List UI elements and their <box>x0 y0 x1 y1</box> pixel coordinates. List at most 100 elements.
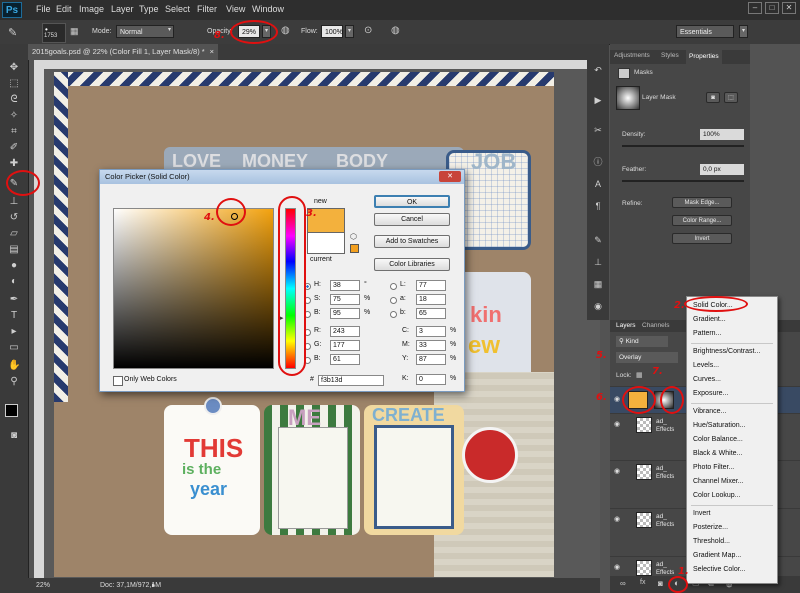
menu-item-vibrance[interactable]: Vibrance... <box>693 408 726 415</box>
menu-item-threshold[interactable]: Threshold... <box>693 538 730 545</box>
pressure-size-icon[interactable]: ◍ <box>391 25 400 36</box>
density-slider[interactable] <box>622 145 744 147</box>
move-tool-icon[interactable]: ✥ <box>8 62 20 74</box>
blur-tool-icon[interactable]: ● <box>8 260 20 272</box>
eye-icon[interactable]: ◉ <box>614 420 620 428</box>
layer-effects[interactable]: Effects <box>656 427 674 433</box>
layer-effects[interactable]: Effects <box>656 522 674 528</box>
menu-view[interactable]: View <box>226 4 245 14</box>
tab-layers[interactable]: Layers <box>616 322 636 329</box>
menu-item-channel-mixer[interactable]: Channel Mixer... <box>693 478 744 485</box>
minimize-button[interactable]: – <box>748 2 762 14</box>
dodge-tool-icon[interactable]: ◐ <box>8 276 20 288</box>
menu-type[interactable]: Type <box>139 4 159 14</box>
menu-item-gradient-map[interactable]: Gradient Map... <box>693 552 741 559</box>
clone-stamp-tool-icon[interactable]: ⊥ <box>8 196 20 208</box>
lock-transparent-icon[interactable]: ▦ <box>636 371 643 379</box>
airbrush-icon[interactable]: ⊙ <box>364 25 372 36</box>
feather-slider[interactable] <box>622 180 744 182</box>
layer-name[interactable]: ad_ <box>656 418 667 425</box>
color-field[interactable] <box>113 208 274 369</box>
eye-icon[interactable]: ◉ <box>614 563 620 571</box>
clone-source-icon[interactable]: ⊥ <box>592 256 604 268</box>
cancel-button[interactable]: Cancel <box>374 213 450 226</box>
tab-channels[interactable]: Channels <box>642 322 669 329</box>
yellow-input[interactable]: 87 <box>416 354 446 365</box>
menu-item-pattern[interactable]: Pattern... <box>693 330 721 337</box>
plugin-icon[interactable]: ◉ <box>592 300 604 312</box>
menu-filter[interactable]: Filter <box>197 4 217 14</box>
radio-a[interactable] <box>390 297 397 304</box>
menu-item-gradient[interactable]: Gradient... <box>693 316 726 323</box>
select-mask-button[interactable]: ◙ <box>706 92 720 103</box>
menu-window[interactable]: Window <box>252 4 284 14</box>
eyedropper-tool-icon[interactable]: ✐ <box>8 142 20 154</box>
layer-name[interactable]: ad_ <box>656 513 667 520</box>
menu-item-hue-saturation[interactable]: Hue/Saturation... <box>693 422 746 429</box>
eye-icon[interactable]: ◉ <box>614 515 620 523</box>
dialog-titlebar[interactable]: Color Picker (Solid Color) ✕ <box>100 170 464 184</box>
document-tab[interactable]: 2015goals.psd @ 22% (Color Fill 1, Layer… <box>28 44 218 60</box>
brush-panel-icon[interactable]: ▦ <box>70 26 79 37</box>
add-to-swatches-button[interactable]: Add to Swatches <box>374 235 450 248</box>
radio-l[interactable] <box>390 283 397 290</box>
add-mask-icon[interactable]: ◙ <box>658 579 663 588</box>
layer-name[interactable]: ad_ <box>656 465 667 472</box>
eye-icon[interactable]: ◉ <box>614 467 620 475</box>
type-tool-icon[interactable]: T <box>8 310 20 322</box>
red-input[interactable]: 243 <box>330 326 360 337</box>
eye-icon[interactable]: ◉ <box>614 395 620 403</box>
filter-kind-select[interactable]: ⚲ Kind <box>616 336 668 347</box>
layer-name[interactable]: ad_ <box>656 561 667 568</box>
character-icon[interactable]: A <box>592 178 604 190</box>
menu-item-brightness-contrast[interactable]: Brightness/Contrast... <box>693 348 760 355</box>
tab-properties[interactable]: Properties <box>686 50 722 64</box>
crop-tool-icon[interactable]: ⌗ <box>8 126 20 138</box>
actions-icon[interactable]: ▶ <box>592 94 604 106</box>
history-brush-tool-icon[interactable]: ↺ <box>8 212 20 224</box>
link-icon[interactable]: ∞ <box>620 579 626 588</box>
gradient-tool-icon[interactable]: ▤ <box>8 244 20 256</box>
tab-styles[interactable]: Styles <box>661 52 679 59</box>
foreground-color-swatch[interactable] <box>5 404 18 417</box>
zoom-level[interactable]: 22% <box>36 578 50 593</box>
green-input[interactable]: 177 <box>330 340 360 351</box>
workspace-select[interactable]: Essentials <box>676 25 734 38</box>
close-tab-icon[interactable]: × <box>210 44 214 60</box>
flow-dropdown[interactable]: ▾ <box>345 25 354 38</box>
eraser-tool-icon[interactable]: ▱ <box>8 228 20 240</box>
ok-button[interactable]: OK <box>374 195 450 208</box>
history-icon[interactable]: ↶ <box>592 64 604 76</box>
brush-preset-picker[interactable]: • 1753 <box>42 23 66 43</box>
shape-tool-icon[interactable]: ▭ <box>8 342 20 354</box>
menu-item-exposure[interactable]: Exposure... <box>693 390 728 397</box>
menu-item-curves[interactable]: Curves... <box>693 376 721 383</box>
color-range-button[interactable]: Color Range... <box>672 215 732 226</box>
feather-input[interactable]: 0,0 px <box>700 164 744 175</box>
color-libraries-button[interactable]: Color Libraries <box>374 258 450 271</box>
menu-item-photo-filter[interactable]: Photo Filter... <box>693 464 734 471</box>
blue-input[interactable]: 61 <box>330 354 360 365</box>
fx-icon[interactable]: fx <box>640 579 645 586</box>
path-select-tool-icon[interactable]: ▸ <box>8 326 20 338</box>
status-arrow-icon[interactable]: ▸ <box>152 578 156 593</box>
black-input[interactable]: 0 <box>416 374 446 385</box>
menu-item-selective-color[interactable]: Selective Color... <box>693 566 746 573</box>
menu-item-invert[interactable]: Invert <box>693 510 711 517</box>
close-window-button[interactable]: ✕ <box>782 2 796 14</box>
layer-effects[interactable]: Effects <box>656 474 674 480</box>
info-icon[interactable]: ⓘ <box>592 156 604 168</box>
hand-tool-icon[interactable]: ✋ <box>8 360 20 372</box>
only-web-colors-checkbox[interactable] <box>113 376 123 386</box>
workspace-dropdown[interactable]: ▾ <box>739 25 748 38</box>
menu-layer[interactable]: Layer <box>111 4 134 14</box>
menu-edit[interactable]: Edit <box>56 4 72 14</box>
menu-file[interactable]: File <box>36 4 51 14</box>
invert-button[interactable]: Invert <box>672 233 732 244</box>
a-input[interactable]: 18 <box>416 294 446 305</box>
cube-icon[interactable]: ⬡ <box>350 232 357 241</box>
current-color-swatch[interactable] <box>307 232 345 254</box>
maximize-button[interactable]: □ <box>765 2 779 14</box>
close-icon[interactable]: ✕ <box>439 171 461 182</box>
blend-mode-select[interactable]: Overlay <box>616 352 678 363</box>
